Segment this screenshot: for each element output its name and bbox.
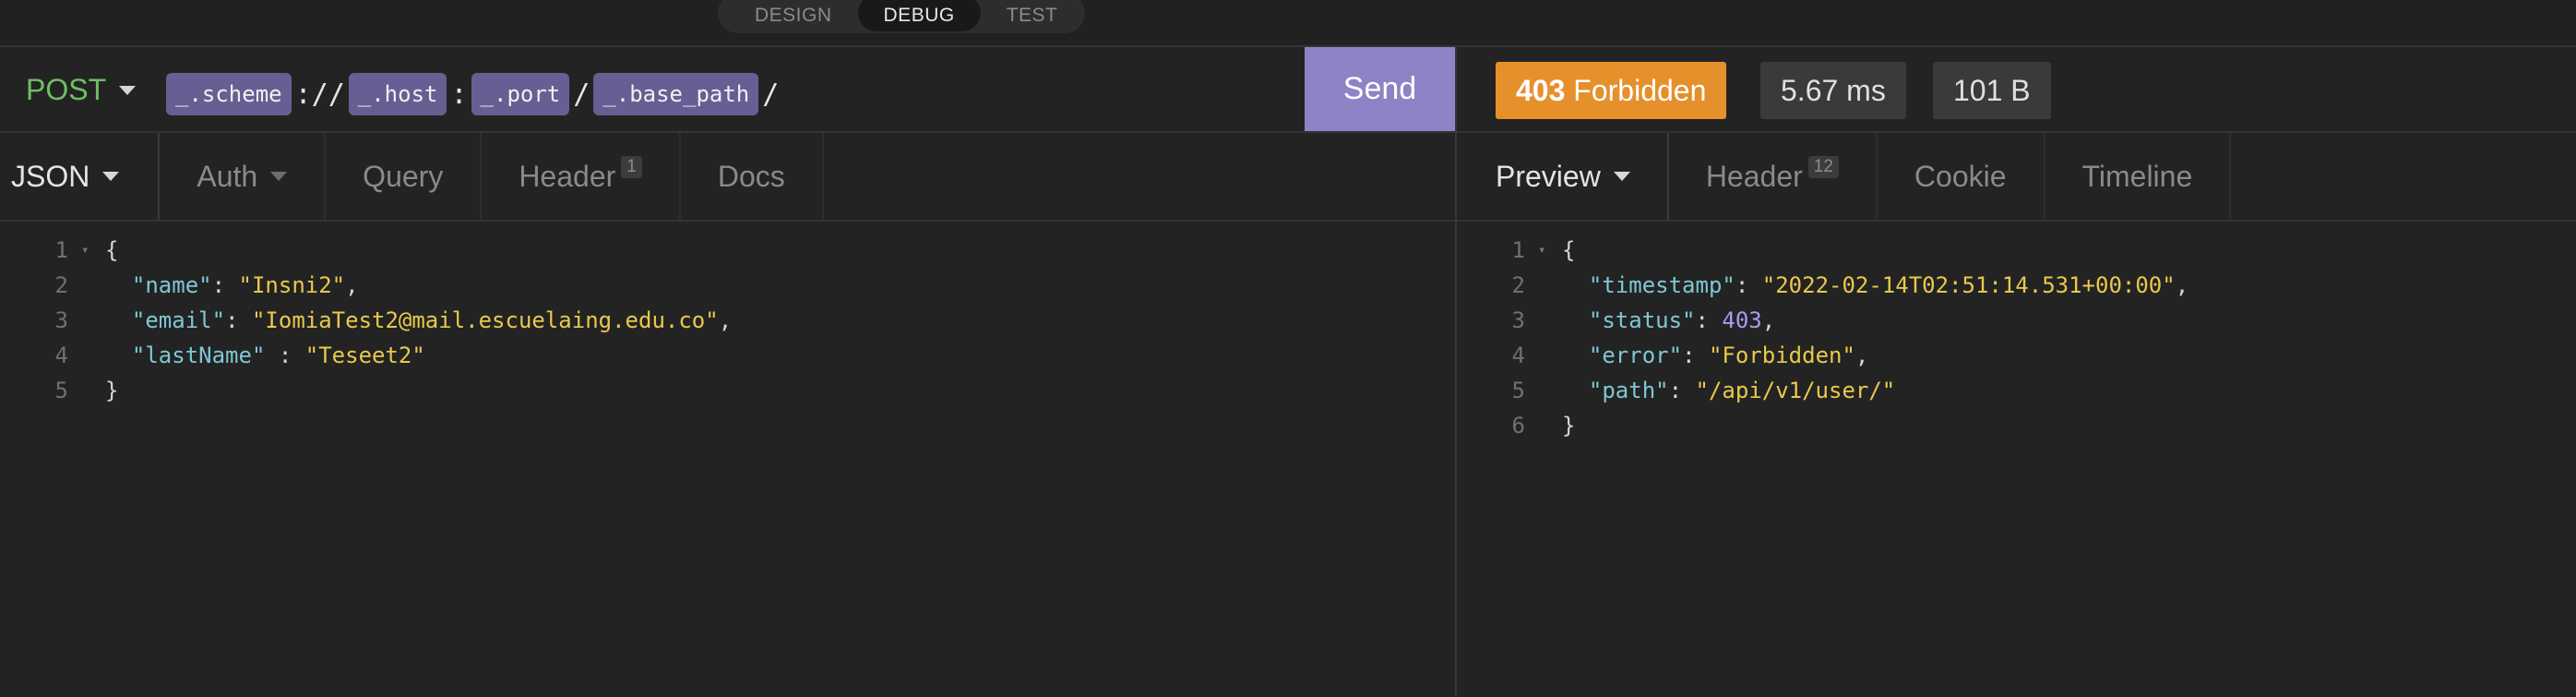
- response-size-badge: 101 B: [1933, 62, 2051, 119]
- line-number: 2: [1511, 272, 1525, 298]
- tab-label: JSON: [11, 159, 90, 193]
- line-number: 2: [54, 272, 68, 298]
- tab-header[interactable]: Header 1: [482, 133, 681, 220]
- response-status-bar: 403 Forbidden 5.67 ms 101 B: [1457, 47, 2576, 133]
- json-value: "2022-02-14T02:51:14.531+00:00": [1761, 272, 2176, 298]
- code-line: 1 ▾{: [0, 233, 732, 268]
- url-separator: /: [573, 78, 590, 111]
- chevron-down-icon: [1613, 172, 1630, 181]
- chevron-down-icon: [102, 172, 120, 181]
- line-number: 1: [1511, 237, 1525, 263]
- url-tag-host[interactable]: _.host: [348, 73, 447, 115]
- fold-arrow-icon[interactable]: ▾: [74, 233, 105, 268]
- url-tag-scheme[interactable]: _.scheme: [166, 73, 292, 115]
- tab-label: Preview: [1496, 159, 1601, 193]
- status-badge: 403 Forbidden: [1496, 62, 1727, 119]
- tab-auth[interactable]: Auth: [160, 133, 327, 220]
- status-text: Forbidden: [1573, 74, 1707, 107]
- mode-switch: DESIGN DEBUG TEST: [718, 0, 1085, 33]
- mode-design-tab[interactable]: DESIGN: [729, 0, 858, 31]
- tab-label: Timeline: [2081, 159, 2193, 193]
- method-label: POST: [26, 73, 107, 106]
- brace-close: }: [1562, 413, 1576, 439]
- line-number: 4: [54, 342, 68, 368]
- response-preview: 1 ▾{ 2 "timestamp": "2022-02-14T02:51:14.…: [1457, 233, 2189, 443]
- mode-debug-tab[interactable]: DEBUG: [857, 0, 981, 31]
- mode-test-tab[interactable]: TEST: [981, 0, 1084, 31]
- mode-bar: DESIGN DEBUG TEST: [0, 0, 2576, 47]
- code-line: 1 ▾{: [1457, 233, 2188, 268]
- line-number: 3: [1511, 307, 1525, 333]
- code-line: 4 "error": "Forbidden",: [1457, 338, 2188, 373]
- header-count-badge: 1: [621, 156, 642, 178]
- line-number: 5: [54, 378, 68, 403]
- code-line: 2 "timestamp": "2022-02-14T02:51:14.531+…: [1457, 268, 2189, 303]
- json-key: "error": [1588, 342, 1683, 368]
- brace-open: {: [105, 237, 119, 263]
- json-key: "status": [1588, 307, 1696, 333]
- code-line: 5 "path": "/api/v1/user/": [1457, 373, 2188, 408]
- line-number: 1: [54, 237, 68, 263]
- code-line: 3 "status": 403,: [1457, 303, 2188, 338]
- json-key: "path": [1588, 378, 1669, 403]
- url-tag-port[interactable]: _.port: [471, 73, 570, 115]
- request-body-editor[interactable]: 1 ▾{ 2 "name": "Insni2", 3 "email": "Iomi…: [0, 233, 733, 408]
- tab-response-header[interactable]: Header 12: [1669, 133, 1878, 220]
- tab-label: Header: [519, 159, 616, 193]
- tab-cookie[interactable]: Cookie: [1878, 133, 2045, 220]
- response-tabs: Preview Header 12 Cookie Timeline: [1457, 133, 2576, 222]
- tab-timeline[interactable]: Timeline: [2045, 133, 2232, 220]
- json-key: "email": [131, 307, 226, 333]
- request-url-bar: POST _.scheme :// _.host : _.port / _.ba…: [0, 47, 1455, 133]
- line-number: 5: [1511, 378, 1525, 403]
- tab-preview[interactable]: Preview: [1457, 133, 1669, 220]
- url-separator: /: [762, 78, 780, 111]
- status-code: 403: [1516, 74, 1566, 107]
- url-tag-base-path[interactable]: _.base_path: [593, 73, 759, 115]
- json-value: "Teseet2": [304, 342, 425, 368]
- code-line: 2 "name": "Insni2",: [0, 268, 732, 303]
- json-value: "Forbidden": [1708, 342, 1855, 368]
- json-value: "IomiaTest2@mail.escuelaing.edu.co": [251, 307, 719, 333]
- code-line: 5}: [0, 373, 732, 408]
- json-key: "lastName": [131, 342, 266, 368]
- tab-query[interactable]: Query: [326, 133, 483, 220]
- brace-open: {: [1562, 237, 1576, 263]
- tab-json[interactable]: JSON: [0, 133, 161, 220]
- response-time-badge: 5.67 ms: [1760, 62, 1906, 119]
- request-tabs: JSON Auth Query Header 1 Docs: [0, 133, 1455, 222]
- tab-label: Query: [363, 159, 444, 193]
- tab-label: Auth: [197, 159, 258, 193]
- json-key: "name": [131, 272, 212, 298]
- json-key: "timestamp": [1588, 272, 1735, 298]
- code-line: 6}: [1457, 408, 2188, 443]
- line-number: 6: [1511, 413, 1525, 439]
- fold-arrow-icon[interactable]: ▾: [1531, 233, 1562, 268]
- json-value: "/api/v1/user/": [1695, 378, 1896, 403]
- url-separator: :: [450, 78, 468, 111]
- header-count-badge: 12: [1807, 156, 1839, 178]
- json-value: 403: [1722, 307, 1762, 333]
- code-line: 3 "email": "IomiaTest2@mail.escuelaing.e…: [0, 303, 733, 338]
- chevron-down-icon: [119, 85, 137, 95]
- method-dropdown[interactable]: POST: [26, 73, 137, 107]
- tab-label: Cookie: [1914, 159, 2007, 193]
- code-line: 4 "lastName" : "Teseet2": [0, 338, 732, 373]
- tab-label: Header: [1705, 159, 1803, 193]
- tab-label: Docs: [717, 159, 785, 193]
- brace-close: }: [105, 378, 119, 403]
- json-value: "Insni2": [238, 272, 346, 298]
- url-separator: ://: [294, 78, 345, 111]
- line-number: 3: [54, 307, 68, 333]
- chevron-down-icon: [270, 172, 288, 181]
- line-number: 4: [1511, 342, 1525, 368]
- tab-docs[interactable]: Docs: [681, 133, 824, 220]
- send-button[interactable]: Send: [1305, 47, 1455, 131]
- url-input[interactable]: _.scheme :// _.host : _.port / _.base_pa…: [166, 73, 782, 115]
